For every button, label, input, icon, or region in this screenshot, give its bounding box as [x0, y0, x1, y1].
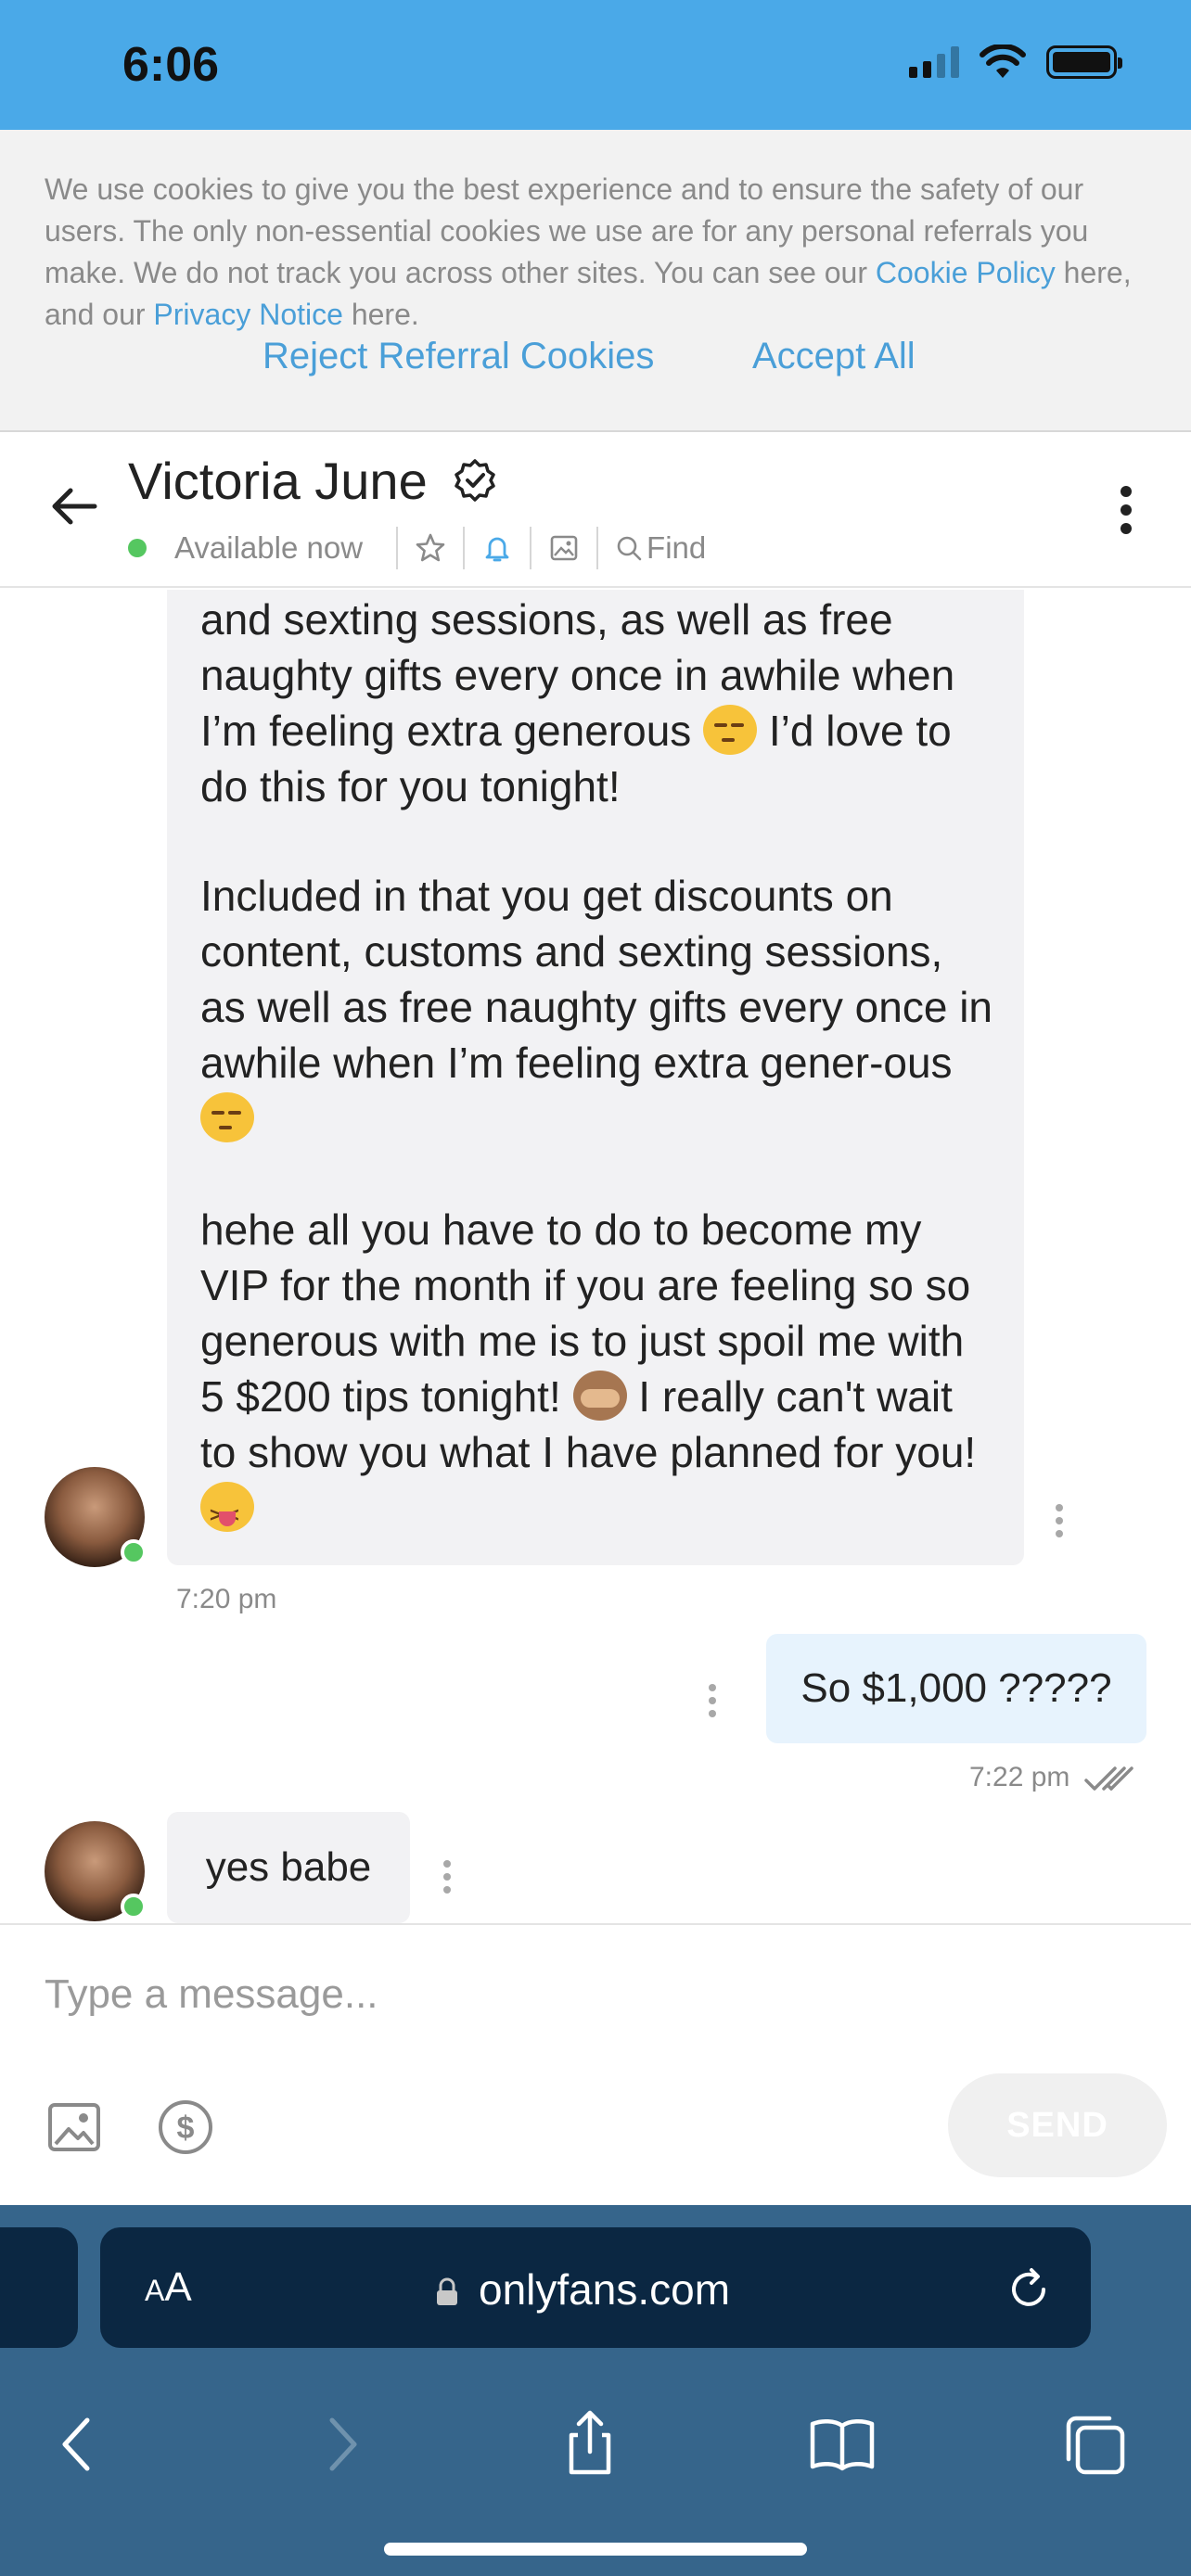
book-icon[interactable] [805, 2407, 879, 2481]
share-icon[interactable] [553, 2407, 627, 2481]
cookie-banner: We use cookies to give you the best expe… [0, 130, 1191, 432]
lock-icon [437, 2277, 457, 2305]
divider [596, 527, 599, 569]
online-indicator [128, 539, 147, 557]
chat-header-meta: Available now Find [128, 525, 706, 571]
verified-badge-icon [455, 459, 495, 502]
divider [463, 527, 466, 569]
online-indicator [121, 1539, 147, 1565]
aa-small: A [145, 2274, 165, 2307]
double-check-icon [1084, 1766, 1133, 1791]
signal-icon [909, 46, 959, 78]
divider [396, 527, 399, 569]
back-arrow-icon[interactable] [46, 478, 102, 534]
cookie-text-part: here. [342, 298, 419, 331]
chevron-right-icon[interactable] [302, 2407, 377, 2481]
divider [530, 527, 532, 569]
message-options-icon[interactable] [1056, 1504, 1067, 1537]
availability-status: Available now [174, 530, 364, 565]
incoming-message-bubble: yes babe [167, 1812, 410, 1923]
message-timestamp: 7:22 pm [969, 1762, 1070, 1792]
cookie-text: We use cookies to give you the best expe… [45, 169, 1148, 336]
message-timestamp: 7:20 pm [176, 1584, 277, 1614]
message-paragraph: hehe all you have to do to become my VIP… [200, 1202, 998, 1543]
outgoing-message-bubble: So $1,000 ????? [766, 1634, 1146, 1743]
see-no-evil-monkey-emoji-icon [572, 1371, 627, 1421]
status-icons [909, 45, 1122, 80]
bell-icon[interactable] [481, 532, 513, 564]
chat-contact-name[interactable]: Victoria June [128, 451, 428, 511]
svg-text:$: $ [177, 2111, 195, 2146]
message-composer: $ SEND [0, 1923, 1191, 2205]
cookie-policy-link[interactable]: Cookie Policy [876, 256, 1056, 289]
message-text: Included in that you get discounts on co… [200, 872, 993, 1087]
battery-icon [1046, 45, 1122, 79]
url-text: onlyfans.com [479, 2265, 731, 2314]
image-attach-icon[interactable] [45, 2098, 104, 2157]
find-label: Find [647, 530, 707, 565]
status-time: 6:06 [122, 38, 220, 92]
home-indicator[interactable] [384, 2543, 807, 2556]
reader-text-size-button[interactable]: AA [145, 2264, 192, 2311]
online-indicator [121, 1894, 147, 1919]
avatar[interactable] [45, 1821, 147, 1921]
accept-all-button[interactable]: Accept All [752, 336, 916, 377]
chat-header: Victoria June Available now Find [0, 432, 1191, 588]
browser-toolbar [0, 2389, 1191, 2500]
status-bar: 6:06 [0, 0, 1191, 130]
previous-tab[interactable] [0, 2227, 78, 2348]
chevron-left-icon[interactable] [43, 2407, 117, 2481]
find-button[interactable]: Find [615, 530, 706, 566]
message-paragraph: Included in that you get discounts on co… [200, 868, 998, 1146]
message-options-icon[interactable] [709, 1684, 720, 1717]
message-options-icon[interactable] [443, 1860, 455, 1894]
tabs-icon[interactable] [1057, 2407, 1132, 2481]
reject-referral-cookies-button[interactable]: Reject Referral Cookies [263, 336, 654, 377]
smirk-emoji-icon [200, 1092, 254, 1142]
reload-icon[interactable] [1004, 2264, 1054, 2315]
avatar[interactable] [45, 1467, 147, 1567]
privacy-notice-link[interactable]: Privacy Notice [153, 298, 343, 331]
address-bar[interactable]: AA onlyfans.com [100, 2227, 1091, 2348]
smirk-emoji-icon [703, 705, 758, 755]
incoming-message-bubble: and sexting sessions, as well as free na… [167, 590, 1024, 1565]
wifi-icon [980, 45, 1026, 78]
send-button[interactable]: SEND [948, 2073, 1167, 2177]
browser-chrome: AA onlyfans.com [0, 2205, 1191, 2576]
star-icon[interactable] [415, 532, 446, 564]
dollar-icon[interactable]: $ [156, 2098, 215, 2157]
more-vertical-icon[interactable] [1121, 486, 1135, 534]
message-list[interactable]: and sexting sessions, as well as free na… [0, 590, 1191, 1923]
message-input[interactable] [45, 1962, 1139, 2027]
search-icon [617, 536, 642, 561]
message-paragraph: and sexting sessions, as well as free na… [200, 592, 998, 814]
aa-big: A [164, 2264, 192, 2310]
tongue-out-emoji-icon [200, 1482, 254, 1543]
image-icon[interactable] [548, 532, 580, 564]
